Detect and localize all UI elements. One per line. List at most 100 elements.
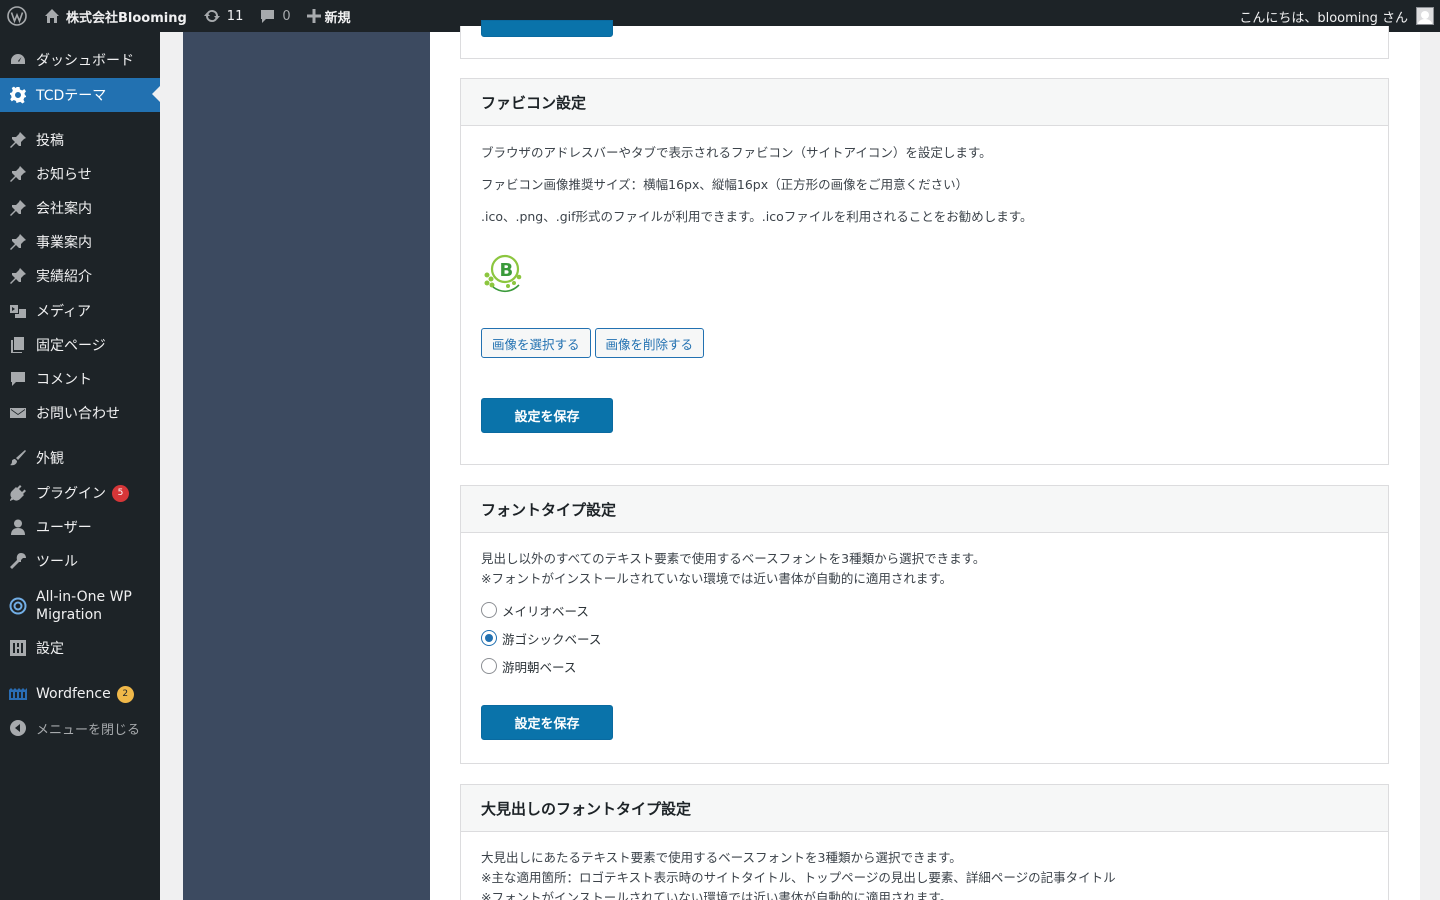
favicon-logo-letter: B (500, 260, 514, 281)
save-settings-button[interactable]: 設定を保存 (481, 398, 613, 433)
menu-plugins[interactable]: プラグイン 5 (0, 477, 160, 509)
wordpress-logo-icon[interactable] (0, 0, 36, 32)
menu-label: Wordfence (36, 686, 111, 702)
menu-label: 投稿 (36, 133, 64, 149)
media-icon (0, 302, 36, 320)
select-image-button[interactable]: 画像を選択する (481, 328, 591, 358)
menu-label: 固定ページ (36, 338, 106, 354)
menu-settings[interactable]: 設定 (0, 632, 160, 664)
admin-sidebar: ダッシュボード TCDテーマ 投稿 お知らせ 会社案内 事業案内 実績紹介 メデ… (0, 32, 160, 900)
menu-tools[interactable]: ツール (0, 545, 160, 577)
menu-pages[interactable]: 固定ページ (0, 329, 160, 361)
heading-font-scope-note: ※主な適用箇所：ロゴテキスト表示時のサイトタイトル、トップページの見出し要素、詳… (481, 870, 1116, 885)
collapse-arrow-icon (0, 719, 36, 737)
menu-label: 実績紹介 (36, 269, 92, 285)
radio-label: メイリオベース (502, 603, 589, 619)
refresh-icon (203, 9, 220, 22)
menu-label: ユーザー (36, 520, 92, 536)
favicon-description: ブラウザのアドレスバーやタブで表示されるファビコン（サイトアイコン）を設定します… (481, 145, 992, 160)
heading-font-description: 大見出しにあたるテキスト要素で使用するベースフォントを3種類から選択できます。 (481, 850, 962, 865)
previous-settings-panel (460, 20, 1389, 59)
menu-news[interactable]: お知らせ (0, 158, 160, 190)
menu-posts[interactable]: 投稿 (0, 124, 160, 156)
menu-tcd-theme[interactable]: TCDテーマ (0, 78, 160, 112)
menu-all-in-one-wp-migration[interactable]: All-in-One WP Migration (0, 584, 160, 628)
menu-comments[interactable]: コメント (0, 363, 160, 395)
wrench-icon (0, 552, 36, 570)
heading-font-settings-panel: 大見出しのフォントタイプ設定 大見出しにあたるテキスト要素で使用するベースフォン… (460, 784, 1389, 900)
radio-button[interactable] (481, 658, 497, 674)
gear-icon (0, 86, 36, 104)
menu-label: TCDテーマ (36, 88, 107, 104)
collapse-menu-button[interactable]: メニューを閉じる (0, 712, 160, 744)
menu-works[interactable]: 実績紹介 (0, 260, 160, 292)
updates-link[interactable]: 11 (195, 0, 252, 32)
theme-options-nav (183, 32, 430, 900)
font-type-description: 見出し以外のすべてのテキスト要素で使用するベースフォントを3種類から選択できます… (481, 551, 986, 566)
new-content-link[interactable]: 新規 (299, 0, 359, 32)
home-icon (45, 9, 59, 23)
menu-label-line1: All-in-One WP (36, 589, 132, 605)
font-option-yu-mincho[interactable]: 游明朝ベース (481, 652, 1368, 680)
favicon-format-note: .ico、.png、.gif形式のファイルが利用できます。.icoファイルを利用… (481, 209, 1033, 224)
font-option-meiryo[interactable]: メイリオベース (481, 596, 1368, 624)
wordfence-alert-badge: 2 (116, 685, 134, 703)
menu-dashboard[interactable]: ダッシュボード (0, 44, 160, 76)
menu-label: ツール (36, 554, 78, 570)
panel-title: フォントタイプ設定 (461, 486, 1388, 533)
font-option-yu-gothic[interactable]: 游ゴシックベース (481, 624, 1368, 652)
menu-business[interactable]: 事業案内 (0, 226, 160, 258)
page-scrollbar[interactable] (1420, 32, 1440, 900)
pin-icon (0, 233, 36, 251)
menu-label-multiline: All-in-One WP Migration (36, 588, 132, 624)
menu-label: ダッシュボード (36, 53, 134, 69)
migration-icon (0, 597, 36, 615)
menu-label: 事業案内 (36, 235, 92, 251)
mail-icon (0, 404, 36, 422)
previous-save-button[interactable] (481, 20, 613, 37)
site-name-link[interactable]: 株式会社Blooming (36, 0, 195, 32)
pin-icon (0, 267, 36, 285)
settings-sliders-icon (0, 639, 36, 657)
panel-title: 大見出しのフォントタイプ設定 (461, 785, 1388, 832)
radio-label: 游ゴシックベース (502, 631, 602, 647)
menu-label: 設定 (36, 641, 64, 657)
menu-wordfence[interactable]: Wordfence 2 (0, 678, 160, 710)
radio-button-checked[interactable] (481, 630, 497, 646)
wordfence-icon (0, 687, 36, 701)
menu-label: プラグイン (36, 486, 106, 502)
new-label: 新規 (324, 10, 351, 26)
comment-icon (0, 370, 36, 388)
user-icon (0, 518, 36, 536)
font-type-note: ※フォントがインストールされていない環境では近い書体が自動的に適用されます。 (481, 571, 953, 586)
menu-appearance[interactable]: 外観 (0, 442, 160, 474)
menu-company[interactable]: 会社案内 (0, 192, 160, 224)
site-name-label: 株式会社Blooming (66, 10, 187, 26)
save-settings-button[interactable]: 設定を保存 (481, 705, 613, 740)
pin-icon (0, 165, 36, 183)
menu-label: メディア (36, 304, 92, 320)
menu-users[interactable]: ユーザー (0, 511, 160, 543)
pages-icon (0, 336, 36, 354)
updates-count: 11 (226, 8, 244, 24)
menu-label-line2: Migration (36, 607, 103, 623)
comments-link[interactable]: 0 (251, 0, 298, 32)
menu-label: 会社案内 (36, 201, 92, 217)
favicon-size-note: ファビコン画像推奨サイズ：横幅16px、縦幅16px（正方形の画像をご用意くださ… (481, 177, 969, 192)
menu-label: お知らせ (36, 167, 92, 183)
menu-contact[interactable]: お問い合わせ (0, 397, 160, 429)
comment-icon (261, 9, 275, 23)
pin-icon (0, 131, 36, 149)
avatar (1416, 7, 1434, 25)
menu-label: 外観 (36, 451, 64, 467)
menu-media[interactable]: メディア (0, 295, 160, 327)
paintbrush-icon (0, 449, 36, 467)
menu-label: メニューを閉じる (36, 722, 141, 738)
font-type-settings-panel: フォントタイプ設定 見出し以外のすべてのテキスト要素で使用するベースフォントを3… (460, 485, 1389, 764)
plugins-update-badge: 5 (112, 484, 129, 502)
delete-image-button[interactable]: 画像を削除する (594, 328, 705, 358)
radio-label: 游明朝ベース (502, 659, 577, 675)
radio-button[interactable] (481, 602, 497, 618)
menu-label: コメント (36, 372, 92, 388)
menu-label: お問い合わせ (36, 406, 120, 422)
